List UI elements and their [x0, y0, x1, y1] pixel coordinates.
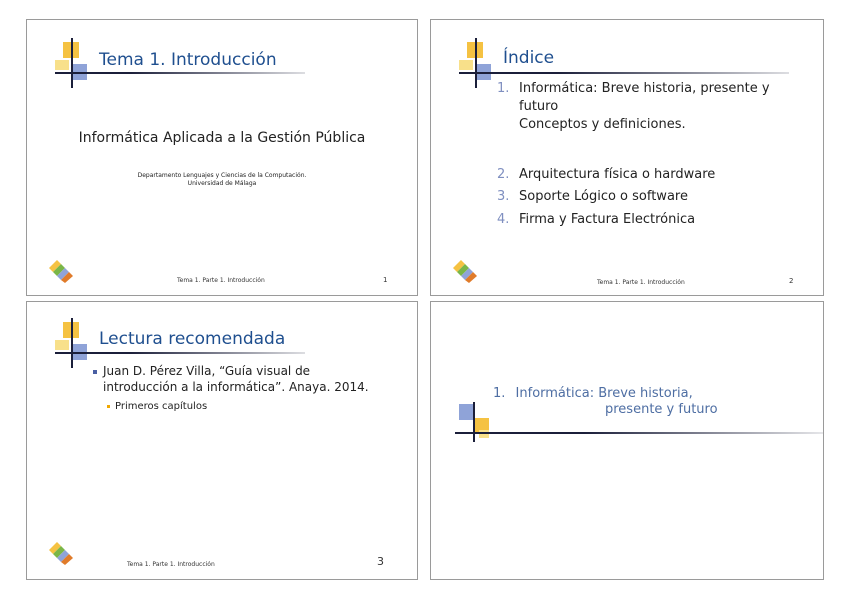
slide-3[interactable]: Lectura recomendada Juan D. Pérez Villa,… [26, 301, 418, 580]
item-number: 2. [497, 167, 510, 182]
section-text-continued: presente y futuro [605, 402, 718, 417]
page-number: 2 [789, 277, 794, 285]
slide-2[interactable]: Índice 1. Informática: Breve historia, pr… [430, 19, 824, 296]
department-text: Departamento Lenguajes y Ciencias de la … [27, 172, 417, 188]
slide-4[interactable]: 1. Informática: Breve historia, presente… [430, 301, 824, 580]
item-number: 4. [497, 212, 510, 227]
presentation-title: Informática Aplicada a la Gestión Públic… [78, 130, 366, 146]
slide-footer: Tema 1. Parte 1. Introducción [177, 277, 265, 284]
department-line: Departamento Lenguajes y Ciencias de la … [137, 172, 307, 179]
item-subtext: Conceptos y definiciones. [519, 117, 686, 132]
logo-icon [453, 260, 477, 283]
index-item-2: 2. Arquitectura física o hardware [497, 166, 715, 184]
bullet-item: Juan D. Pérez Villa, “Guía visual de int… [93, 363, 403, 395]
page-number: 3 [377, 555, 384, 568]
item-text: Soporte Lógico o software [519, 189, 688, 204]
slide-title: Lectura recomendada [99, 329, 286, 349]
university-line: Universidad de Málaga [187, 180, 257, 187]
item-text: Informática: Breve historia, presente y [519, 81, 770, 96]
logo-icon [49, 542, 73, 565]
index-item-1: 1. Informática: Breve historia, presente … [497, 80, 817, 134]
slide-title: Índice [503, 48, 555, 68]
logo-icon [49, 260, 73, 283]
item-text-continued: futuro [519, 99, 559, 114]
section-number: 1. [493, 386, 506, 401]
item-number: 1. [497, 81, 510, 96]
sub-bullet-text: Primeros capítulos [115, 401, 208, 412]
bullet-icon [93, 369, 97, 374]
item-number: 3. [497, 189, 510, 204]
slide-1[interactable]: Tema 1. Introducción Informática Aplicad… [26, 19, 418, 296]
item-text: Arquitectura física o hardware [519, 167, 716, 182]
index-item-4: 4. Firma y Factura Electrónica [497, 211, 695, 229]
section-title: 1. Informática: Breve historia, presente… [493, 386, 718, 418]
section-text: Informática: Breve historia, [515, 386, 693, 401]
slide-footer: Tema 1. Parte 1. Introducción [597, 279, 685, 286]
item-text: Firma y Factura Electrónica [519, 212, 696, 227]
index-item-3: 3. Soporte Lógico o software [497, 188, 688, 206]
sub-bullet-item: Primeros capítulos [107, 399, 207, 415]
slide-title: Tema 1. Introducción [99, 50, 277, 70]
page-number: 1 [383, 276, 388, 284]
bullet-text-continued: introducción a la informática”. Anaya. 2… [103, 380, 369, 394]
bullet-text: Juan D. Pérez Villa, “Guía visual de [103, 364, 311, 378]
sub-bullet-icon [107, 404, 110, 408]
slide-footer: Tema 1. Parte 1. Introducción [127, 561, 215, 568]
